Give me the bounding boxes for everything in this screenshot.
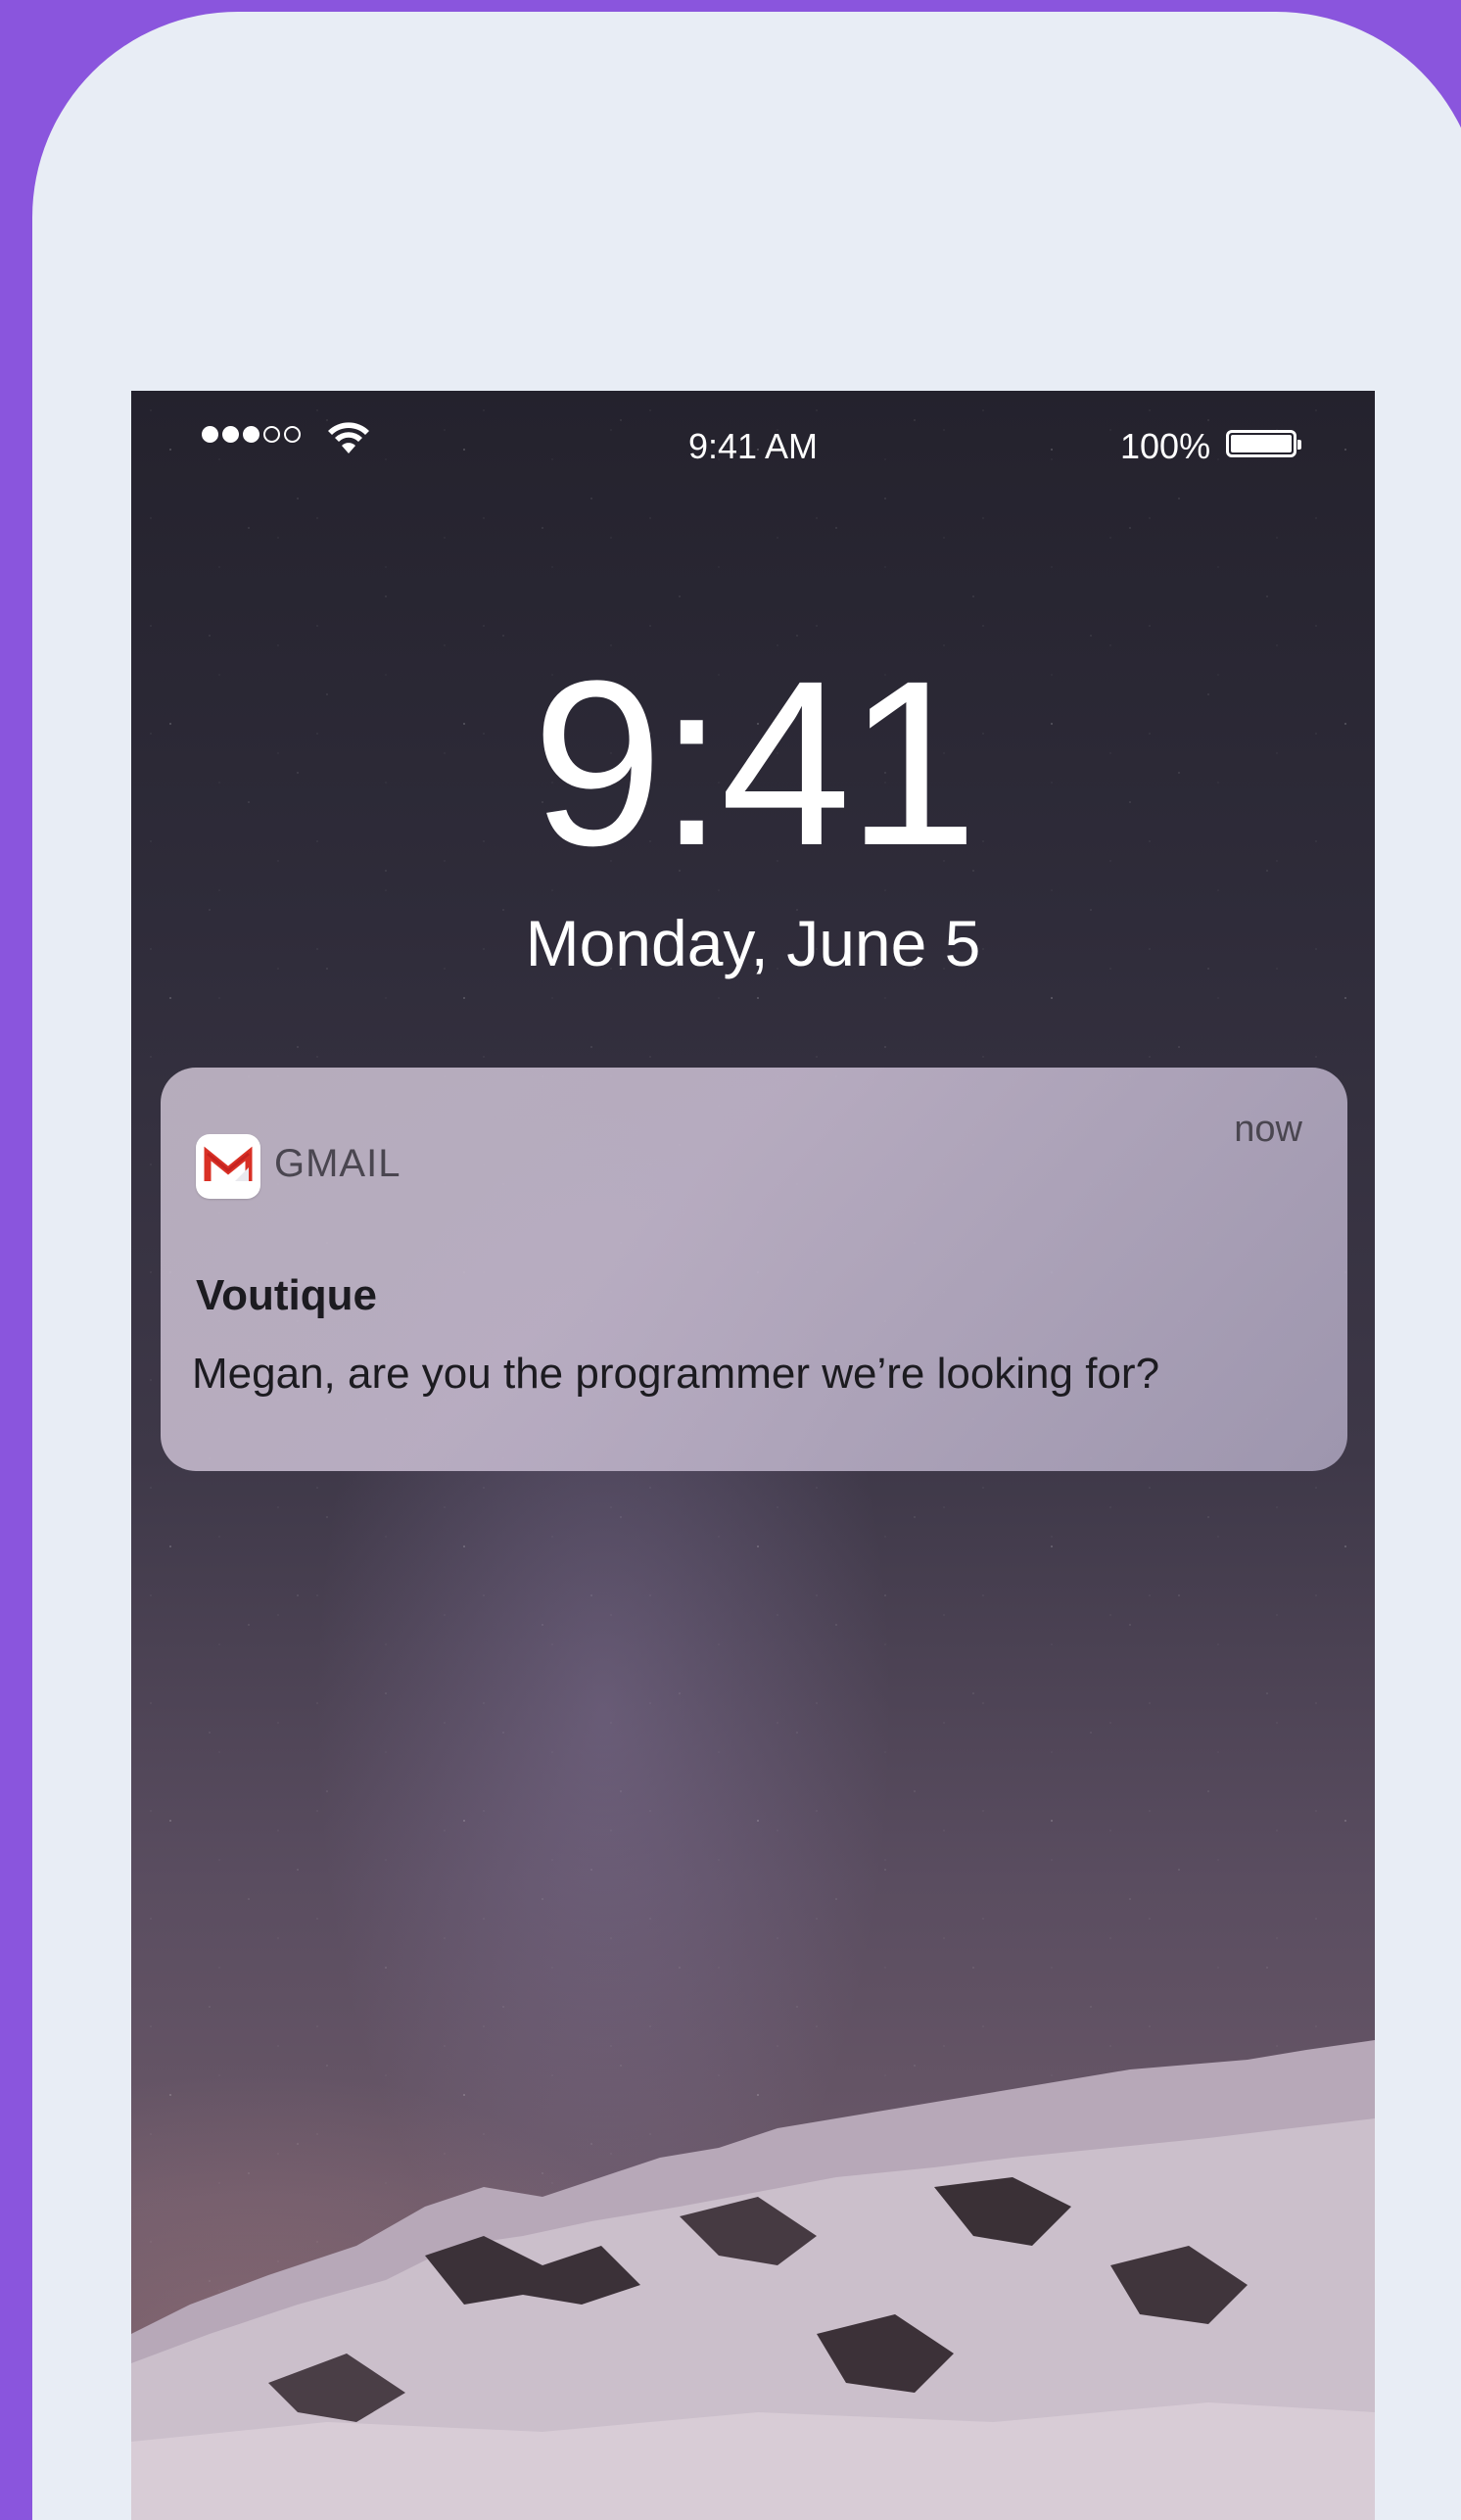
notification-title: Voutique (196, 1271, 377, 1319)
battery-fill (1231, 435, 1292, 452)
notification-app-name: GMAIL (274, 1142, 401, 1185)
mountain-wallpaper (131, 2040, 1375, 2520)
lock-screen-clock: 9:41 (532, 632, 977, 894)
gmail-icon (196, 1134, 260, 1199)
battery-nub (1297, 440, 1301, 450)
battery-icon (1226, 430, 1301, 457)
lock-screen-date: Monday, June 5 (525, 907, 981, 979)
battery-percentage: 100% (1120, 426, 1211, 466)
status-bar: 9:41 AM 100% (131, 420, 1375, 479)
notification-time: now (1234, 1109, 1302, 1150)
notification-body: Megan, are you the programmer we’re look… (192, 1350, 1160, 1398)
lock-screen: 9:41 AM 100% 9:41 Monday, June 5 GMAIL n… (131, 391, 1375, 2520)
notification-card[interactable]: GMAIL now Voutique Megan, are you the pr… (161, 1068, 1347, 1471)
